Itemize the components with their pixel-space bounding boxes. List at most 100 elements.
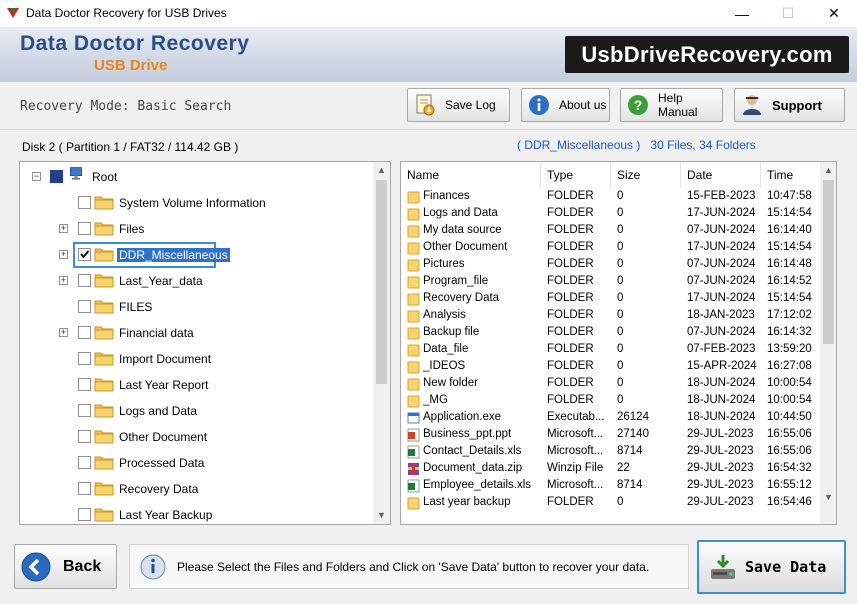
list-row[interactable]: Data_file FOLDER 0 07-FEB-2023 13:59:20 (401, 341, 821, 358)
cell-name: Recovery Data (423, 292, 500, 304)
tree-scrollbar[interactable]: ▲ ▼ (373, 162, 390, 524)
folder-icon (94, 376, 114, 392)
list-row[interactable]: Recovery Data FOLDER 0 17-JUN-2024 15:14:54 (401, 290, 821, 307)
list-row[interactable]: Application.exe Executab... 26124 18-JUN-20… (401, 409, 821, 426)
tree-item[interactable]: Other Document (20, 424, 372, 450)
list-row[interactable]: Document_data.zip Winzip File 22 29-JUL-202… (401, 460, 821, 477)
window-title: Data Doctor Recovery for USB Drives (26, 6, 227, 20)
list-row[interactable]: Finances FOLDER 0 15-FEB-2023 10:47:58 (401, 188, 821, 205)
tree-checkbox[interactable] (78, 352, 91, 365)
cell-time: 16:54:32 (767, 462, 812, 474)
tree-checkbox[interactable] (78, 326, 91, 339)
tree-checkbox[interactable] (78, 482, 91, 495)
cell-date: 07-JUN-2024 (687, 258, 756, 270)
tree-item[interactable]: + DDR_Miscellaneous (20, 242, 372, 268)
list-row[interactable]: Backup file FOLDER 0 07-JUN-2024 16:14:32 (401, 324, 821, 341)
scroll-up-icon[interactable]: ▲ (373, 162, 390, 179)
tree-checkbox[interactable] (78, 456, 91, 469)
cell-type: FOLDER (547, 343, 594, 355)
cell-size: 0 (617, 190, 624, 202)
tree-item[interactable]: System Volume Information (20, 190, 372, 216)
save-log-button[interactable]: Save Log (407, 88, 510, 122)
tree-scroll-thumb[interactable] (376, 180, 387, 384)
tree-root[interactable]: − Root (20, 164, 372, 190)
back-button[interactable]: Back (14, 544, 117, 589)
expand-icon[interactable]: + (59, 224, 68, 233)
tree-label: Financial data (119, 326, 194, 340)
column-header-size[interactable]: Size (611, 162, 681, 188)
support-button[interactable]: Support (734, 88, 845, 122)
tree-item[interactable]: + Financial data (20, 320, 372, 346)
scroll-down-icon[interactable]: ▼ (820, 489, 836, 506)
tree-checkbox[interactable] (78, 274, 91, 287)
tree-checkbox[interactable] (78, 404, 91, 417)
column-header-date[interactable]: Date (681, 162, 761, 188)
cell-size: 0 (617, 275, 624, 287)
collapse-icon[interactable]: − (32, 172, 41, 181)
cell-name: Data_file (423, 343, 469, 355)
scroll-down-icon[interactable]: ▼ (373, 507, 390, 524)
folder-tree[interactable]: − Root System Volume Information + Files + DDR… (19, 161, 391, 525)
list-row[interactable]: Last year backup FOLDER 0 29-JUL-2023 16:54:… (401, 494, 821, 511)
cell-name: Other Document (423, 241, 508, 253)
cell-type: FOLDER (547, 241, 594, 253)
list-row[interactable]: New folder FOLDER 0 18-JUN-2024 10:00:54 (401, 375, 821, 392)
cell-time: 10:44:50 (767, 411, 812, 423)
column-header-time[interactable]: Time (761, 162, 821, 188)
minimize-button[interactable]: — (719, 0, 765, 27)
expand-icon[interactable]: + (59, 250, 68, 259)
column-header-name[interactable]: Name (401, 162, 541, 188)
tree-item[interactable]: Logs and Data (20, 398, 372, 424)
list-row[interactable]: Analysis FOLDER 0 18-JAN-2023 17:12:02 (401, 307, 821, 324)
list-row[interactable]: _IDEOS FOLDER 0 15-APR-2024 16:27:08 (401, 358, 821, 375)
file-list[interactable]: Name Type Size Date Time Finances FOLDER 0 15-F… (400, 161, 837, 525)
tree-checkbox[interactable] (78, 430, 91, 443)
list-row[interactable]: _MG FOLDER 0 18-JUN-2024 10:00:54 (401, 392, 821, 409)
folder-icon (94, 402, 114, 418)
list-row[interactable]: Business_ppt.ppt Microsoft... 27140 29-JUL-… (401, 426, 821, 443)
expand-icon[interactable]: + (59, 328, 68, 337)
tree-item[interactable]: + Files (20, 216, 372, 242)
maximize-button[interactable]: ☐ (765, 0, 811, 27)
about-us-button[interactable]: About us (521, 88, 610, 122)
tree-label: Other Document (119, 430, 208, 444)
tree-label: DDR_Miscellaneous (117, 248, 230, 262)
tree-item[interactable]: Last Year Report (20, 372, 372, 398)
computer-icon (70, 167, 82, 180)
tree-checkbox[interactable] (78, 378, 91, 391)
list-scroll-thumb[interactable] (823, 180, 834, 344)
close-button[interactable]: ✕ (811, 0, 857, 27)
cell-name: New folder (423, 377, 478, 389)
tree-checkbox[interactable] (78, 196, 91, 209)
list-row[interactable]: Pictures FOLDER 0 07-JUN-2024 16:14:48 (401, 256, 821, 273)
list-row[interactable]: Program_file FOLDER 0 07-JUN-2024 16:14:52 (401, 273, 821, 290)
scroll-up-icon[interactable]: ▲ (820, 162, 836, 179)
tree-item[interactable]: Import Document (20, 346, 372, 372)
cell-date: 18-JUN-2024 (687, 394, 756, 406)
tree-item[interactable]: FILES (20, 294, 372, 320)
list-row[interactable]: My data source FOLDER 0 07-JUN-2024 16:14:40 (401, 222, 821, 239)
tree-checkbox[interactable] (78, 222, 91, 235)
cell-time: 16:14:40 (767, 224, 812, 236)
tree-item[interactable]: Recovery Data (20, 476, 372, 502)
column-header-type[interactable]: Type (541, 162, 611, 188)
list-row[interactable]: Employee_details.xls Microsoft... 8714 29-J… (401, 477, 821, 494)
list-row[interactable]: Logs and Data FOLDER 0 17-JUN-2024 15:14:54 (401, 205, 821, 222)
help-manual-button[interactable]: ? Help Manual (620, 88, 723, 122)
tree-checkbox[interactable] (78, 300, 91, 313)
folder-icon (407, 326, 420, 340)
folder-icon (407, 292, 420, 306)
save-data-button[interactable]: Save Data (697, 540, 846, 594)
cell-time: 10:47:58 (767, 190, 812, 202)
list-scrollbar[interactable]: ▲ ▼ (820, 162, 836, 524)
expand-icon[interactable]: + (59, 276, 68, 285)
tree-item[interactable]: Last Year Backup (20, 502, 372, 524)
cell-time: 16:27:08 (767, 360, 812, 372)
list-row[interactable]: Other Document FOLDER 0 17-JUN-2024 15:14:54 (401, 239, 821, 256)
tree-checkbox[interactable] (50, 170, 63, 183)
tree-item[interactable]: Processed Data (20, 450, 372, 476)
list-row[interactable]: Contact_Details.xls Microsoft... 8714 29-JU… (401, 443, 821, 460)
tree-item[interactable]: + Last_Year_data (20, 268, 372, 294)
folder-icon (407, 241, 420, 255)
tree-checkbox[interactable] (78, 508, 91, 521)
